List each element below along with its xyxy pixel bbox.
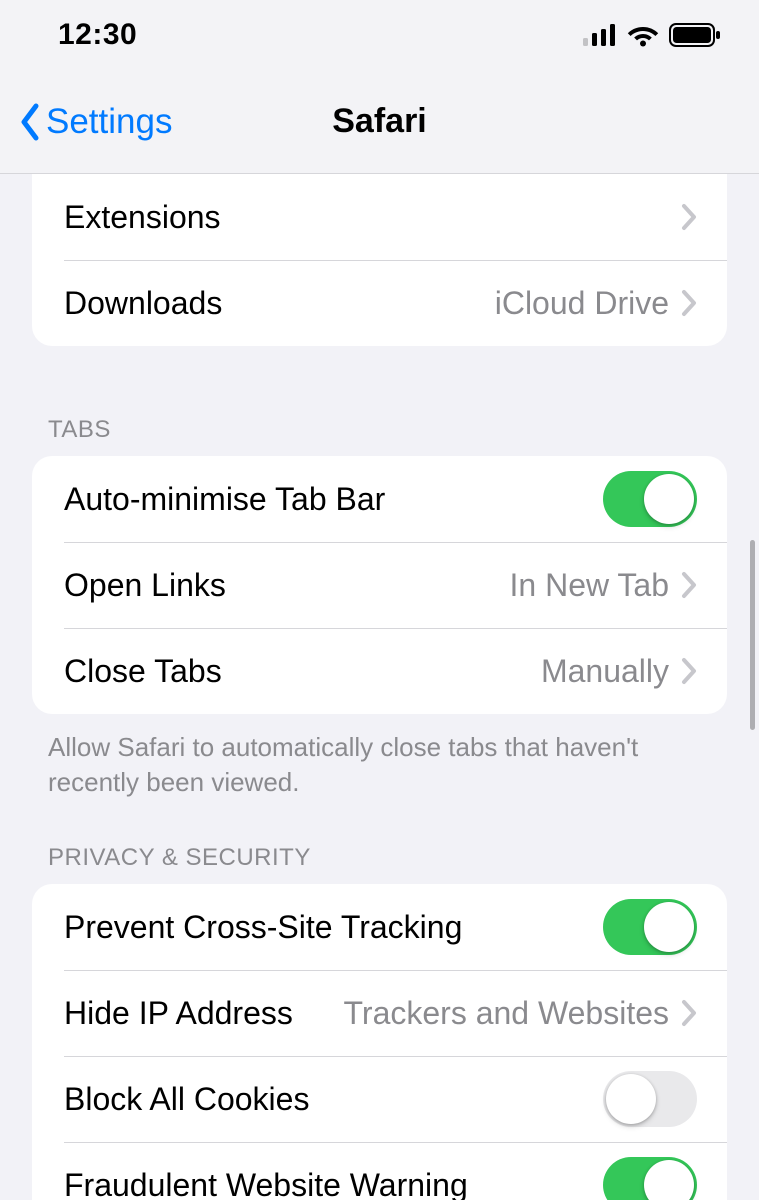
- privacy-section-header: PRIVACY & SECURITY: [48, 844, 711, 872]
- cellular-signal-icon: [583, 24, 617, 46]
- chevron-right-icon: [681, 203, 697, 231]
- auto-minimise-toggle[interactable]: [603, 471, 697, 527]
- nav-header: Settings Safari: [0, 70, 759, 174]
- downloads-label: Downloads: [64, 285, 222, 322]
- page-title: Safari: [332, 102, 427, 141]
- chevron-right-icon: [681, 999, 697, 1027]
- close-tabs-row[interactable]: Close Tabs Manually: [32, 628, 727, 714]
- hide-ip-row[interactable]: Hide IP Address Trackers and Websites: [32, 970, 727, 1056]
- block-cookies-label: Block All Cookies: [64, 1081, 309, 1118]
- back-button[interactable]: Settings: [0, 102, 172, 142]
- auto-minimise-label: Auto-minimise Tab Bar: [64, 481, 385, 518]
- battery-icon: [669, 23, 721, 47]
- auto-minimise-row[interactable]: Auto-minimise Tab Bar: [32, 456, 727, 542]
- status-icons: [583, 23, 721, 47]
- status-bar: 12:30: [0, 0, 759, 70]
- prevent-tracking-label: Prevent Cross-Site Tracking: [64, 909, 462, 946]
- wifi-icon: [627, 23, 659, 47]
- back-label: Settings: [46, 102, 172, 142]
- block-cookies-toggle[interactable]: [603, 1071, 697, 1127]
- prevent-tracking-row[interactable]: Prevent Cross-Site Tracking: [32, 884, 727, 970]
- extensions-row[interactable]: Extensions: [32, 174, 727, 260]
- tabs-section-header: TABS: [48, 416, 711, 444]
- open-links-label: Open Links: [64, 567, 226, 604]
- chevron-left-icon: [18, 102, 42, 142]
- open-links-value: In New Tab: [510, 567, 670, 604]
- fraudulent-label: Fraudulent Website Warning: [64, 1167, 468, 1200]
- downloads-value: iCloud Drive: [495, 285, 669, 322]
- tabs-group: Auto-minimise Tab Bar Open Links In New …: [32, 456, 727, 714]
- fraudulent-toggle[interactable]: [603, 1157, 697, 1200]
- chevron-right-icon: [681, 571, 697, 599]
- status-time: 12:30: [58, 18, 137, 52]
- hide-ip-value: Trackers and Websites: [344, 995, 669, 1032]
- scroll-indicator[interactable]: [750, 540, 755, 730]
- extensions-label: Extensions: [64, 199, 221, 236]
- close-tabs-label: Close Tabs: [64, 653, 222, 690]
- downloads-row[interactable]: Downloads iCloud Drive: [32, 260, 727, 346]
- hide-ip-label: Hide IP Address: [64, 995, 293, 1032]
- safari-settings-screen: 12:30 Settings: [0, 0, 759, 1200]
- general-group: Extensions Downloads iCloud Drive: [32, 174, 727, 346]
- tabs-section-footer: Allow Safari to automatically close tabs…: [48, 730, 711, 800]
- block-cookies-row[interactable]: Block All Cookies: [32, 1056, 727, 1142]
- prevent-tracking-toggle[interactable]: [603, 899, 697, 955]
- close-tabs-value: Manually: [541, 653, 669, 690]
- fraudulent-row[interactable]: Fraudulent Website Warning: [32, 1142, 727, 1200]
- chevron-right-icon: [681, 657, 697, 685]
- chevron-right-icon: [681, 289, 697, 317]
- open-links-row[interactable]: Open Links In New Tab: [32, 542, 727, 628]
- privacy-group: Prevent Cross-Site Tracking Hide IP Addr…: [32, 884, 727, 1200]
